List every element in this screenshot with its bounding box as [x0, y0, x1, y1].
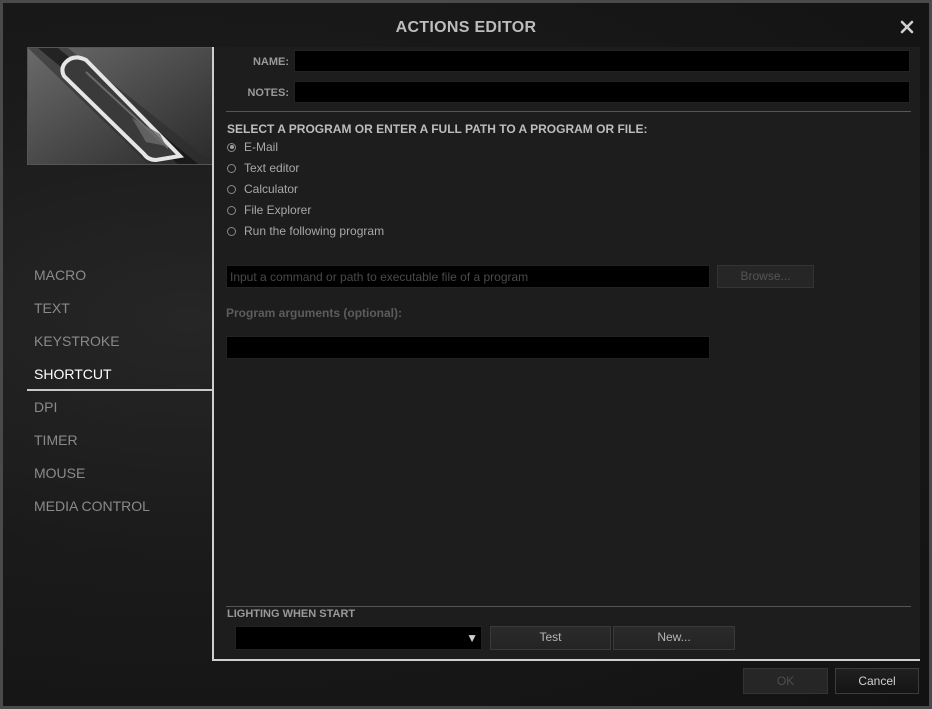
radio-option-file-explorer[interactable]: File Explorer [227, 202, 311, 218]
radio-option-calculator[interactable]: Calculator [227, 181, 298, 197]
lighting-divider [226, 606, 911, 607]
header-divider [226, 111, 911, 112]
notes-input[interactable] [294, 81, 910, 103]
radio-unchecked-icon [227, 226, 236, 236]
lighting-label: LIGHTING WHEN START [227, 608, 356, 620]
name-label: NAME: [252, 56, 289, 68]
actions-editor-window: ACTIONS EDITOR MACRO TEXT KEYSTROKE SHOR… [0, 0, 932, 709]
nav-item-keystroke[interactable]: KEYSTROKE [27, 325, 214, 358]
radio-label: File Explorer [244, 203, 312, 217]
radio-label: Text editor [244, 161, 300, 175]
nav-item-shortcut[interactable]: SHORTCUT [27, 358, 214, 391]
new-lighting-button[interactable]: New... [613, 626, 735, 650]
lighting-select[interactable]: ▼ [235, 626, 482, 650]
radio-unchecked-icon [227, 205, 236, 215]
radio-option-email[interactable]: E-Mail [227, 139, 278, 155]
radio-checked-icon [227, 142, 236, 152]
nav-item-text[interactable]: TEXT [27, 292, 214, 325]
ok-button[interactable]: OK [743, 668, 828, 694]
radio-unchecked-icon [227, 163, 236, 173]
program-section-heading: SELECT A PROGRAM OR ENTER A FULL PATH TO… [227, 122, 648, 136]
radio-option-run-program[interactable]: Run the following program [227, 223, 384, 239]
radio-unchecked-icon [227, 184, 236, 194]
nav-item-macro[interactable]: MACRO [27, 259, 214, 292]
action-type-nav: MACRO TEXT KEYSTROKE SHORTCUT DPI TIMER … [27, 259, 214, 523]
shortcut-panel: NAME: NOTES: SELECT A PROGRAM OR ENTER A… [212, 47, 920, 661]
name-input[interactable] [294, 50, 910, 72]
radio-label: Run the following program [244, 224, 385, 238]
nav-item-media-control[interactable]: MEDIA CONTROL [27, 490, 214, 523]
nav-item-dpi[interactable]: DPI [27, 391, 214, 424]
program-arguments-input[interactable] [226, 336, 710, 359]
program-arguments-label: Program arguments (optional): [226, 306, 403, 320]
notes-label: NOTES: [247, 87, 289, 99]
test-button[interactable]: Test [490, 626, 611, 650]
window-title: ACTIONS EDITOR [395, 19, 537, 36]
close-button[interactable] [897, 17, 917, 37]
dropdown-arrow-icon: ▼ [466, 631, 478, 645]
nav-item-mouse[interactable]: MOUSE [27, 457, 214, 490]
browse-button[interactable]: Browse... [717, 265, 814, 288]
radio-option-text-editor[interactable]: Text editor [227, 160, 299, 176]
radio-label: E-Mail [244, 140, 279, 154]
command-path-input[interactable] [226, 265, 710, 288]
nav-item-timer[interactable]: TIMER [27, 424, 214, 457]
mouse-button-preview-image [27, 47, 215, 165]
cancel-button[interactable]: Cancel [835, 668, 919, 694]
close-icon [900, 20, 914, 34]
radio-label: Calculator [244, 182, 299, 196]
